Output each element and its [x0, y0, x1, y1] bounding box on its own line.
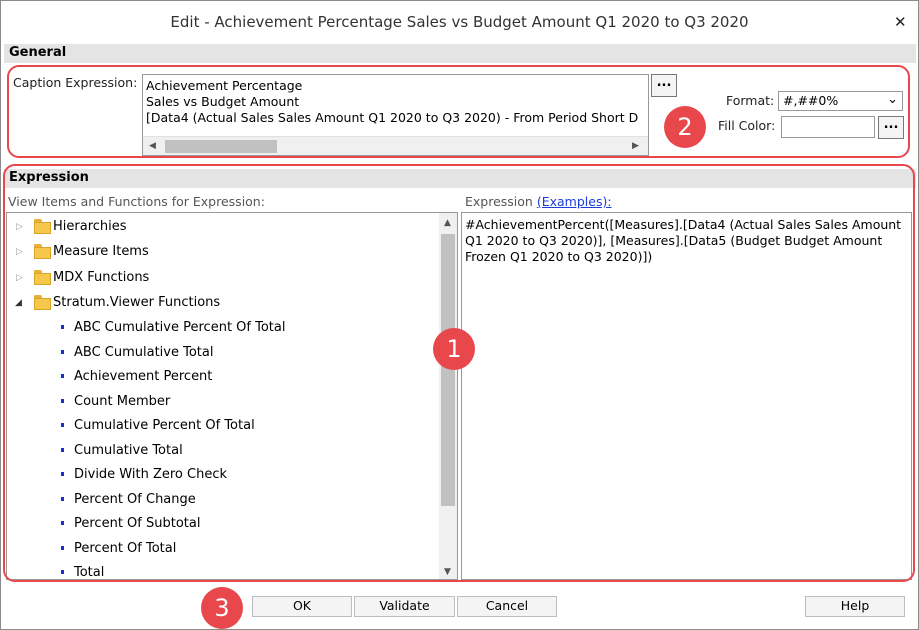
- callout-badge-3: 3: [201, 587, 243, 629]
- ok-button[interactable]: OK: [252, 596, 352, 617]
- title-bar: Edit - Achievement Percentage Sales vs B…: [1, 1, 918, 43]
- callout-badge-1: 1: [433, 328, 475, 370]
- dialog-title: Edit - Achievement Percentage Sales vs B…: [170, 13, 749, 31]
- cancel-button[interactable]: Cancel: [457, 596, 557, 617]
- callout-box-expression: [3, 164, 915, 582]
- callout-box-general: [7, 65, 910, 158]
- close-icon[interactable]: ✕: [894, 13, 907, 31]
- help-button[interactable]: Help: [805, 596, 905, 617]
- callout-badge-2: 2: [664, 106, 706, 148]
- validate-button[interactable]: Validate: [354, 596, 455, 617]
- general-section-header: General: [4, 44, 916, 63]
- edit-dialog: Edit - Achievement Percentage Sales vs B…: [0, 0, 919, 630]
